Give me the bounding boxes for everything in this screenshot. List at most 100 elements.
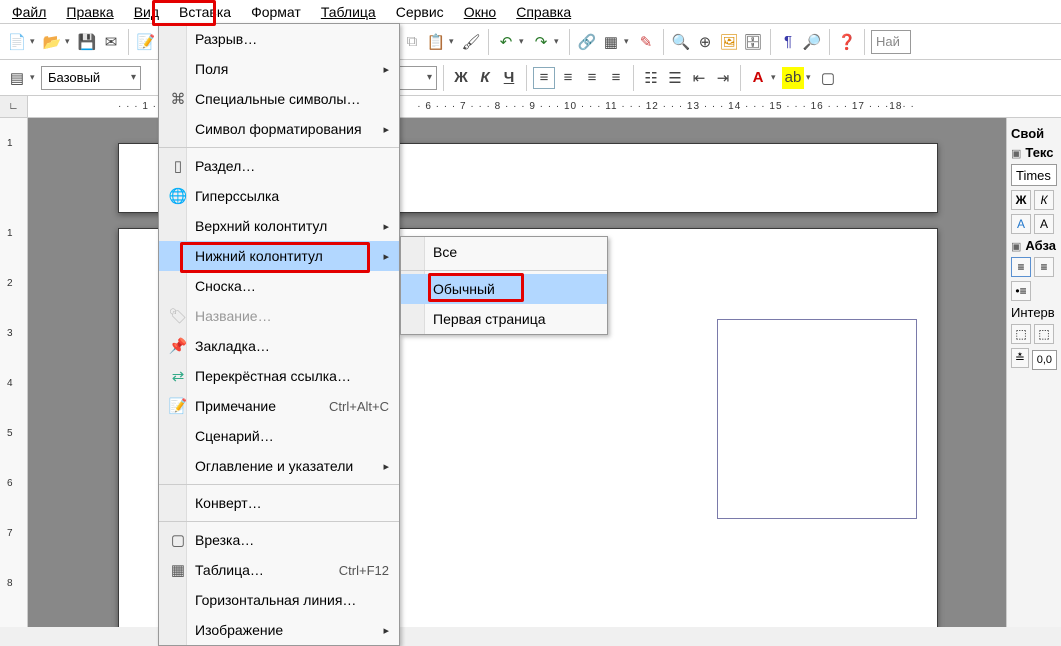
panel-font-combo[interactable]: Times xyxy=(1011,164,1057,186)
bold-icon[interactable]: Ж xyxy=(450,67,472,89)
save-icon[interactable]: 💾 xyxy=(76,31,98,53)
ruler-corner: ∟ xyxy=(0,96,28,117)
hyperlink-icon[interactable]: 🔗 xyxy=(576,31,598,53)
align-center-icon[interactable]: ≡ xyxy=(557,67,579,89)
panel-space-after[interactable]: ⬚ xyxy=(1034,324,1054,344)
align-left-icon[interactable]: ≡ xyxy=(533,67,555,89)
properties-panel[interactable]: Свой ▣Текс Times Ж К A A ▣Абза ≡ ≡ •≡ Ин… xyxy=(1006,118,1061,627)
new-doc-icon[interactable]: 📄 xyxy=(6,31,28,53)
undo-icon[interactable]: ↶ xyxy=(495,31,517,53)
numlist-icon[interactable]: ☷ xyxy=(640,67,662,89)
panel-fontcolor[interactable]: A xyxy=(1011,214,1031,234)
menu-special-chars[interactable]: ⌘Специальные символы… xyxy=(159,84,399,114)
gallery-icon[interactable]: 🖼 xyxy=(718,31,740,53)
menu-footnote[interactable]: Сноска… xyxy=(159,271,399,301)
menu-format[interactable]: Формат xyxy=(243,2,309,22)
ruler-right: · 6 · · · 7 · · · 8 · · · 9 · · · 10 · ·… xyxy=(417,101,915,112)
underline-icon[interactable]: Ч xyxy=(498,67,520,89)
panel-bullets[interactable]: •≡ xyxy=(1011,281,1031,301)
table-icon[interactable]: ▦ xyxy=(600,31,622,53)
panel-space-before[interactable]: ⬚ xyxy=(1011,324,1031,344)
copy-icon[interactable]: ⧉ xyxy=(401,31,423,53)
edit-mode-icon[interactable]: 📝 xyxy=(135,31,157,53)
highlight-drop[interactable]: ▾ xyxy=(806,72,815,83)
fontcolor-icon[interactable]: A xyxy=(747,67,769,89)
menu-comment[interactable]: 📝ПримечаниеCtrl+Alt+C xyxy=(159,391,399,421)
menu-crossref[interactable]: ⇄Перекрёстная ссылка… xyxy=(159,361,399,391)
menu-bookmark[interactable]: 📌Закладка… xyxy=(159,331,399,361)
menu-script[interactable]: Сценарий… xyxy=(159,421,399,451)
panel-interval-label: Интерв xyxy=(1011,305,1057,320)
navigator-icon[interactable]: ⊕ xyxy=(694,31,716,53)
search-input[interactable]: Най xyxy=(871,30,911,54)
panel-title: Свой xyxy=(1011,126,1057,141)
menu-footer[interactable]: Нижний колонтитул▸ xyxy=(159,241,399,271)
indent-icon[interactable]: ⇥ xyxy=(712,67,734,89)
styles-icon[interactable]: ▤ xyxy=(6,67,28,89)
open-drop[interactable]: ▾ xyxy=(65,36,74,47)
bgcolor-icon[interactable]: ▢ xyxy=(817,67,839,89)
menu-table[interactable]: Таблица xyxy=(313,2,384,22)
panel-indent-icon[interactable]: ≛ xyxy=(1011,348,1029,368)
menu-hyperlink[interactable]: 🌐Гиперссылка xyxy=(159,181,399,211)
datasources-icon[interactable]: 🗄 xyxy=(742,31,764,53)
menu-break[interactable]: Разрыв… xyxy=(159,24,399,54)
outdent-icon[interactable]: ⇤ xyxy=(688,67,710,89)
find-icon[interactable]: 🔍 xyxy=(670,31,692,53)
paste-icon[interactable]: 📋 xyxy=(425,31,447,53)
menu-window[interactable]: Окно xyxy=(456,2,505,22)
panel-section-text[interactable]: ▣Текс xyxy=(1011,145,1057,160)
redo-icon[interactable]: ↷ xyxy=(530,31,552,53)
align-right-icon[interactable]: ≡ xyxy=(581,67,603,89)
panel-indent-value[interactable]: 0,0 xyxy=(1032,350,1057,370)
menu-caption[interactable]: 🏷Название… xyxy=(159,301,399,331)
panel-align-center[interactable]: ≡ xyxy=(1034,257,1054,277)
insert-menu-dropdown: Разрыв… Поля▸ ⌘Специальные символы… Симв… xyxy=(158,23,400,646)
fontcolor-drop[interactable]: ▾ xyxy=(771,72,780,83)
menu-table[interactable]: ▦Таблица…Ctrl+F12 xyxy=(159,555,399,585)
footer-all[interactable]: Все xyxy=(401,237,607,267)
menu-view[interactable]: Вид xyxy=(126,2,167,22)
vertical-ruler[interactable]: 1 1 2 3 4 5 6 7 8 xyxy=(0,118,28,627)
menu-header[interactable]: Верхний колонтитул▸ xyxy=(159,211,399,241)
menu-insert[interactable]: Вставка xyxy=(171,2,239,22)
menu-hrule[interactable]: Горизонтальная линия… xyxy=(159,585,399,615)
highlight-icon[interactable]: ab xyxy=(782,67,804,89)
help-icon[interactable]: ❓ xyxy=(836,31,858,53)
panel-charA[interactable]: A xyxy=(1034,214,1054,234)
panel-italic[interactable]: К xyxy=(1034,190,1054,210)
open-icon[interactable]: 📂 xyxy=(41,31,63,53)
table-drop[interactable]: ▾ xyxy=(624,36,633,47)
paragraph-style-combo[interactable]: Базовый xyxy=(41,66,141,90)
panel-section-para[interactable]: ▣Абза xyxy=(1011,238,1057,253)
menu-image[interactable]: Изображение▸ xyxy=(159,615,399,645)
menu-frame[interactable]: ▢Врезка… xyxy=(159,525,399,555)
menu-envelope[interactable]: Конверт… xyxy=(159,488,399,518)
menu-help[interactable]: Справка xyxy=(508,2,579,22)
menu-file[interactable]: Файл xyxy=(4,2,54,22)
email-icon[interactable]: ✉ xyxy=(100,31,122,53)
footer-first-page[interactable]: Первая страница xyxy=(401,304,607,334)
undo-drop[interactable]: ▾ xyxy=(519,36,528,47)
menu-tools[interactable]: Сервис xyxy=(388,2,452,22)
italic-icon[interactable]: К xyxy=(474,67,496,89)
panel-align-left[interactable]: ≡ xyxy=(1011,257,1031,277)
text-boundary xyxy=(717,319,917,519)
bulletlist-icon[interactable]: ☰ xyxy=(664,67,686,89)
menu-indexes[interactable]: Оглавление и указатели▸ xyxy=(159,451,399,481)
redo-drop[interactable]: ▾ xyxy=(554,36,563,47)
paste-drop[interactable]: ▾ xyxy=(449,36,458,47)
menu-section[interactable]: ▯Раздел… xyxy=(159,151,399,181)
nonprint-icon[interactable]: ¶ xyxy=(777,31,799,53)
menu-fields[interactable]: Поля▸ xyxy=(159,54,399,84)
align-justify-icon[interactable]: ≡ xyxy=(605,67,627,89)
panel-bold[interactable]: Ж xyxy=(1011,190,1031,210)
new-drop[interactable]: ▾ xyxy=(30,36,39,47)
styles-drop[interactable]: ▾ xyxy=(30,72,39,83)
menu-formatting-mark[interactable]: Символ форматирования▸ xyxy=(159,114,399,144)
zoom-icon[interactable]: 🔎 xyxy=(801,31,823,53)
footer-default[interactable]: Обычный xyxy=(401,274,607,304)
menu-edit[interactable]: Правка xyxy=(58,2,121,22)
format-paint-icon[interactable]: 🖌 xyxy=(460,31,482,53)
draw-icon[interactable]: ✎ xyxy=(635,31,657,53)
